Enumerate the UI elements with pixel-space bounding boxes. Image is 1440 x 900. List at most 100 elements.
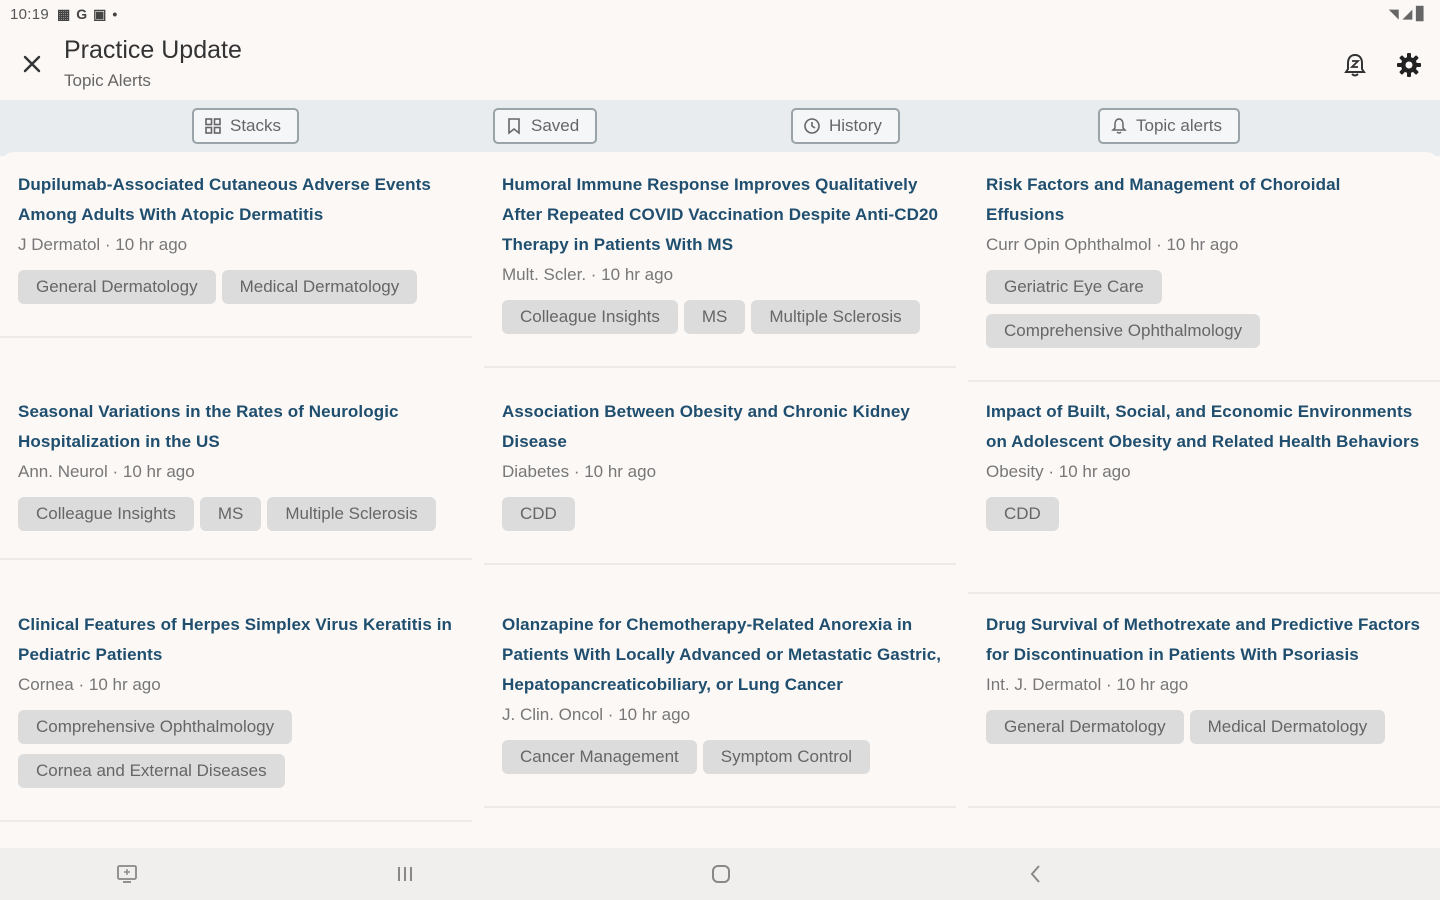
divider	[968, 806, 1440, 808]
topic-tag[interactable]: CDD	[502, 497, 575, 531]
topic-tag[interactable]: CDD	[986, 497, 1059, 531]
bell-icon	[1111, 118, 1127, 134]
status-bar: 10:19 ▦ G ▣ • ◥ ◢ ▊	[0, 0, 1440, 28]
topic-tag[interactable]: Cancer Management	[502, 740, 697, 774]
divider	[968, 592, 1440, 594]
article-card[interactable]: Humoral Immune Response Improves Qualita…	[502, 170, 952, 334]
system-nav-bar	[0, 848, 1440, 900]
bell-snooze-icon	[1344, 53, 1366, 77]
article-tags: Comprehensive Ophthalmology Cornea and E…	[18, 710, 490, 788]
grid-icon	[205, 118, 221, 134]
article-card[interactable]: Impact of Built, Social, and Economic En…	[986, 397, 1422, 531]
article-title[interactable]: Humoral Immune Response Improves Qualita…	[502, 170, 952, 260]
gear-icon	[1397, 53, 1421, 77]
tab-topic-alerts[interactable]: Topic alerts	[1098, 108, 1240, 144]
article-card[interactable]: Association Between Obesity and Chronic …	[502, 397, 952, 531]
topic-tag[interactable]: Colleague Insights	[18, 497, 194, 531]
topic-tag[interactable]: General Dermatology	[986, 710, 1184, 744]
article-meta: Curr Opin Ophthalmol · 10 hr ago	[986, 235, 1239, 254]
tab-label: Saved	[531, 116, 580, 135]
notification-snooze-button[interactable]	[1340, 50, 1370, 80]
article-title[interactable]: Seasonal Variations in the Rates of Neur…	[18, 397, 490, 457]
article-card[interactable]: Risk Factors and Management of Choroidal…	[986, 170, 1422, 348]
article-card[interactable]: Dupilumab-Associated Cutaneous Adverse E…	[18, 170, 490, 304]
article-meta: Cornea · 10 hr ago	[18, 675, 161, 694]
article-card[interactable]: Olanzapine for Chemotherapy-Related Anor…	[502, 610, 952, 774]
topic-tag[interactable]: Cornea and External Diseases	[18, 754, 285, 788]
divider	[968, 380, 1440, 382]
article-title[interactable]: Drug Survival of Methotrexate and Predic…	[986, 610, 1422, 670]
article-tags: CDD	[986, 497, 1422, 531]
article-title[interactable]: Association Between Obesity and Chronic …	[502, 397, 952, 457]
article-meta: Mult. Scler. · 10 hr ago	[502, 265, 674, 284]
divider	[484, 366, 956, 368]
topic-tag[interactable]: MS	[683, 300, 746, 334]
topic-tag[interactable]: Medical Dermatology	[221, 270, 418, 304]
home-button[interactable]	[707, 860, 735, 888]
tab-label: History	[829, 116, 882, 135]
topic-tag[interactable]: Geriatric Eye Care	[986, 270, 1162, 304]
tab-history[interactable]: History	[791, 108, 900, 144]
article-card[interactable]: Clinical Features of Herpes Simplex Viru…	[18, 610, 490, 788]
article-card[interactable]: Drug Survival of Methotrexate and Predic…	[986, 610, 1422, 744]
article-meta: Int. J. Dermatol · 10 hr ago	[986, 675, 1189, 694]
topic-tag[interactable]: Comprehensive Ophthalmology	[18, 710, 293, 744]
clock-icon	[804, 118, 820, 134]
article-meta: Ann. Neurol · 10 hr ago	[18, 462, 195, 481]
article-title[interactable]: Risk Factors and Management of Choroidal…	[986, 170, 1422, 230]
tab-stacks[interactable]: Stacks	[192, 108, 300, 144]
page-title: Practice Update	[64, 36, 242, 64]
topic-tag[interactable]: Multiple Sclerosis	[751, 300, 920, 334]
divider	[484, 563, 956, 565]
topic-tag[interactable]: Symptom Control	[702, 740, 871, 774]
article-title[interactable]: Clinical Features of Herpes Simplex Viru…	[18, 610, 490, 670]
app-bar: Practice Update Topic Alerts	[0, 28, 1440, 100]
article-tags: CDD	[502, 497, 952, 531]
article-title[interactable]: Olanzapine for Chemotherapy-Related Anor…	[502, 610, 952, 700]
status-icon: ▦	[57, 5, 71, 22]
article-meta: J Dermatol · 10 hr ago	[18, 235, 188, 254]
recents-icon	[398, 867, 412, 881]
status-time: 10:19	[10, 5, 50, 23]
article-card[interactable]: Seasonal Variations in the Rates of Neur…	[18, 397, 490, 531]
home-icon	[712, 865, 730, 883]
article-grid: Dupilumab-Associated Cutaneous Adverse E…	[0, 152, 1440, 848]
recents-button[interactable]	[391, 860, 419, 888]
settings-button[interactable]	[1394, 50, 1424, 80]
article-meta: Obesity · 10 hr ago	[986, 462, 1131, 481]
article-tags: General Dermatology Medical Dermatology	[18, 270, 490, 304]
topic-tag[interactable]: Medical Dermatology	[1189, 710, 1386, 744]
divider	[484, 806, 956, 808]
tab-saved[interactable]: Saved	[493, 108, 598, 144]
divider	[0, 820, 472, 822]
divider	[0, 336, 472, 338]
status-icon: ▣	[93, 5, 107, 22]
article-meta: J. Clin. Oncol · 10 hr ago	[502, 705, 691, 724]
tab-label: Topic alerts	[1136, 116, 1222, 135]
article-title[interactable]: Impact of Built, Social, and Economic En…	[986, 397, 1422, 457]
back-icon	[1030, 865, 1040, 883]
article-tags: General Dermatology Medical Dermatology	[986, 710, 1422, 744]
article-tags: Colleague Insights MS Multiple Sclerosis	[502, 300, 952, 334]
page-subtitle: Topic Alerts	[64, 71, 151, 90]
topic-tag[interactable]: Colleague Insights	[502, 300, 678, 334]
bookmark-icon	[508, 118, 520, 135]
topic-tag[interactable]: General Dermatology	[18, 270, 216, 304]
article-meta: Diabetes · 10 hr ago	[502, 462, 657, 481]
screenshot-icon	[117, 865, 137, 883]
tab-bar: Stacks Saved History Topic alerts	[0, 100, 1440, 156]
tab-label: Stacks	[230, 116, 282, 135]
topic-tag[interactable]: MS	[199, 497, 262, 531]
back-button[interactable]	[1022, 860, 1050, 888]
close-button[interactable]	[18, 50, 46, 78]
article-tags: Cancer Management Symptom Control	[502, 740, 952, 774]
close-icon	[23, 55, 41, 73]
status-icon: •	[112, 6, 118, 22]
article-title[interactable]: Dupilumab-Associated Cutaneous Adverse E…	[18, 170, 490, 230]
divider	[0, 558, 472, 560]
topic-tag[interactable]: Comprehensive Ophthalmology	[986, 314, 1261, 348]
status-notification-icons: ▦ G ▣ •	[57, 6, 117, 23]
signal-battery-icons: ◥ ◢ ▊	[1388, 6, 1426, 21]
screenshot-button[interactable]	[113, 860, 141, 888]
topic-tag[interactable]: Multiple Sclerosis	[267, 497, 436, 531]
